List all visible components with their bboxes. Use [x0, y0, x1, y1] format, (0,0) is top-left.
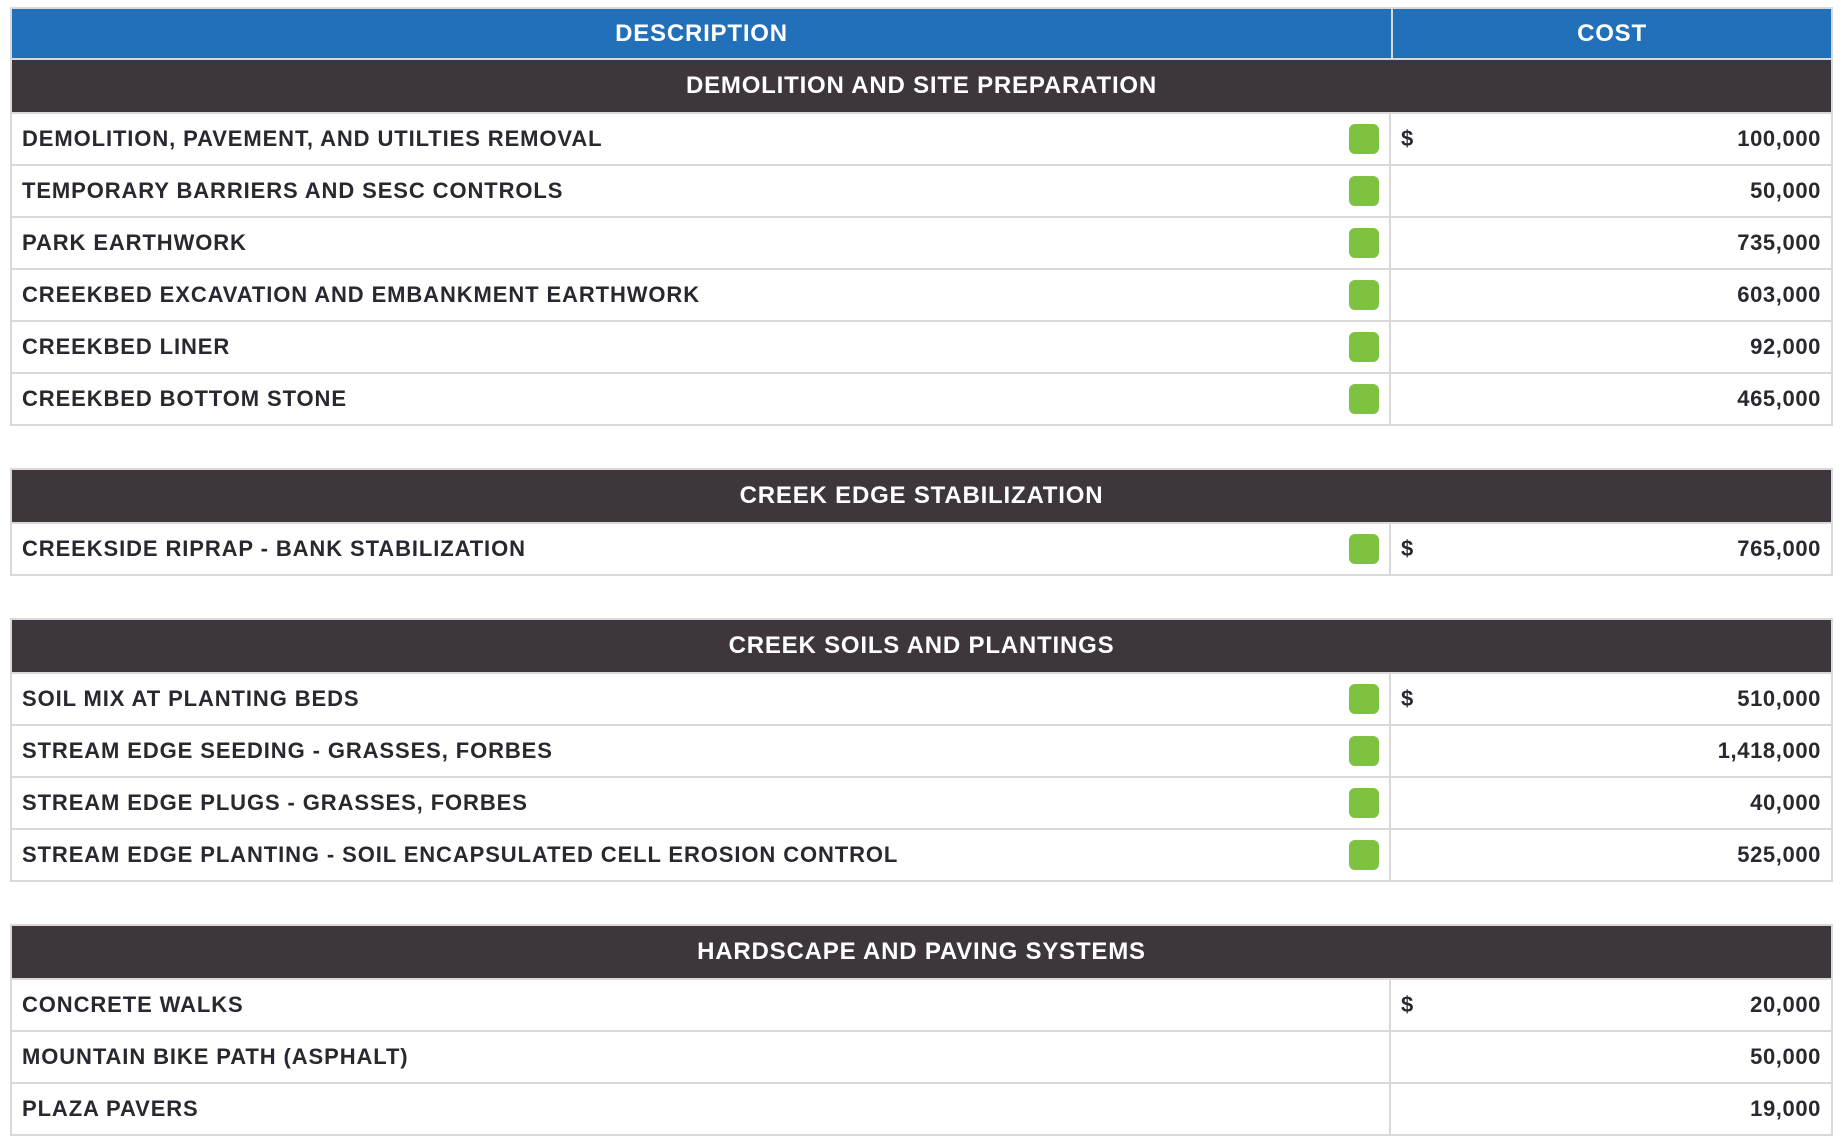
table-row: CREEKBED BOTTOM STONE 465,000	[12, 372, 1831, 424]
row-cost: 92,000	[1391, 322, 1831, 372]
green-status-icon	[1349, 176, 1379, 206]
table-row: CONCRETE WALKS $20,000	[12, 978, 1831, 1030]
row-cost: 1,418,000	[1391, 726, 1831, 776]
green-status-icon	[1349, 384, 1379, 414]
currency-symbol: $	[1401, 536, 1414, 561]
cost-value: 765,000	[1737, 536, 1821, 561]
row-cost: 50,000	[1391, 166, 1831, 216]
row-cost: 735,000	[1391, 218, 1831, 268]
cost-value: 20,000	[1750, 992, 1821, 1017]
row-cost: 19,000	[1391, 1084, 1831, 1134]
table-row: TEMPORARY BARRIERS AND SESC CONTROLS 50,…	[12, 164, 1831, 216]
table-header: DESCRIPTION COST	[10, 7, 1833, 58]
row-description-text: PLAZA PAVERS	[22, 1096, 199, 1121]
cost-value: 92,000	[1750, 334, 1821, 359]
cost-value: 40,000	[1750, 790, 1821, 815]
row-description-text: STREAM EDGE PLUGS - GRASSES, FORBES	[22, 790, 528, 815]
cost-value: 735,000	[1737, 230, 1821, 255]
row-description: STREAM EDGE PLUGS - GRASSES, FORBES	[12, 778, 1391, 828]
section-title: DEMOLITION AND SITE PREPARATION	[12, 60, 1831, 112]
table-row: PARK EARTHWORK 735,000	[12, 216, 1831, 268]
row-description: MOUNTAIN BIKE PATH (ASPHALT)	[12, 1032, 1391, 1082]
row-cost: 465,000	[1391, 374, 1831, 424]
row-description-text: DEMOLITION, PAVEMENT, AND UTILTIES REMOV…	[22, 126, 603, 151]
row-description: CREEKBED BOTTOM STONE	[12, 374, 1391, 424]
green-status-icon	[1349, 124, 1379, 154]
green-status-icon	[1349, 684, 1379, 714]
header-description: DESCRIPTION	[12, 9, 1393, 58]
row-description-text: CREEKBED BOTTOM STONE	[22, 386, 347, 411]
table-row: PLAZA PAVERS 19,000	[12, 1082, 1831, 1134]
row-cost: $765,000	[1391, 524, 1831, 574]
cost-value: 525,000	[1737, 842, 1821, 867]
section-creek-edge: CREEK EDGE STABILIZATION CREEKSIDE RIPRA…	[10, 468, 1833, 576]
section-hardscape: HARDSCAPE AND PAVING SYSTEMS CONCRETE WA…	[10, 924, 1833, 1136]
cost-estimate-page: DESCRIPTION COST DEMOLITION AND SITE PRE…	[10, 7, 1833, 1136]
green-status-icon	[1349, 736, 1379, 766]
row-description-text: TEMPORARY BARRIERS AND SESC CONTROLS	[22, 178, 564, 203]
row-cost: $20,000	[1391, 980, 1831, 1030]
row-description-text: CREEKBED EXCAVATION AND EMBANKMENT EARTH…	[22, 282, 700, 307]
row-description-text: CONCRETE WALKS	[22, 992, 244, 1017]
cost-value: 19,000	[1750, 1096, 1821, 1121]
green-status-icon	[1349, 332, 1379, 362]
green-status-icon	[1349, 840, 1379, 870]
row-description-text: PARK EARTHWORK	[22, 230, 247, 255]
row-description-text: CREEKBED LINER	[22, 334, 231, 359]
table-row: DEMOLITION, PAVEMENT, AND UTILTIES REMOV…	[12, 112, 1831, 164]
table-row: STREAM EDGE SEEDING - GRASSES, FORBES 1,…	[12, 724, 1831, 776]
currency-symbol: $	[1401, 686, 1414, 711]
row-description-text: SOIL MIX AT PLANTING BEDS	[22, 686, 360, 711]
section-creek-soils: CREEK SOILS AND PLANTINGS SOIL MIX AT PL…	[10, 618, 1833, 882]
section-title: CREEK SOILS AND PLANTINGS	[12, 620, 1831, 672]
cost-value: 100,000	[1737, 126, 1821, 151]
table-row: CREEKBED EXCAVATION AND EMBANKMENT EARTH…	[12, 268, 1831, 320]
row-description: STREAM EDGE SEEDING - GRASSES, FORBES	[12, 726, 1391, 776]
row-description-text: MOUNTAIN BIKE PATH (ASPHALT)	[22, 1044, 409, 1069]
row-cost: 603,000	[1391, 270, 1831, 320]
green-status-icon	[1349, 228, 1379, 258]
row-description: CREEKBED EXCAVATION AND EMBANKMENT EARTH…	[12, 270, 1391, 320]
table-row: CREEKSIDE RIPRAP - BANK STABILIZATION $7…	[12, 522, 1831, 574]
row-cost: 525,000	[1391, 830, 1831, 880]
table-row: MOUNTAIN BIKE PATH (ASPHALT) 50,000	[12, 1030, 1831, 1082]
cost-value: 465,000	[1737, 386, 1821, 411]
green-status-icon	[1349, 788, 1379, 818]
cost-value: 1,418,000	[1717, 738, 1821, 763]
cost-value: 510,000	[1737, 686, 1821, 711]
row-cost: 50,000	[1391, 1032, 1831, 1082]
section-title: CREEK EDGE STABILIZATION	[12, 470, 1831, 522]
row-description: CREEKSIDE RIPRAP - BANK STABILIZATION	[12, 524, 1391, 574]
header-cost: COST	[1577, 19, 1647, 47]
cost-value: 50,000	[1750, 178, 1821, 203]
green-status-icon	[1349, 534, 1379, 564]
row-description-text: STREAM EDGE PLANTING - SOIL ENCAPSULATED…	[22, 842, 899, 867]
row-description: STREAM EDGE PLANTING - SOIL ENCAPSULATED…	[12, 830, 1391, 880]
row-description: PLAZA PAVERS	[12, 1084, 1391, 1134]
table-row: STREAM EDGE PLANTING - SOIL ENCAPSULATED…	[12, 828, 1831, 880]
currency-symbol: $	[1401, 992, 1414, 1017]
section-demolition: DEMOLITION AND SITE PREPARATION DEMOLITI…	[10, 58, 1833, 426]
table-row: STREAM EDGE PLUGS - GRASSES, FORBES 40,0…	[12, 776, 1831, 828]
green-status-icon	[1349, 280, 1379, 310]
table-row: SOIL MIX AT PLANTING BEDS $510,000	[12, 672, 1831, 724]
row-description: PARK EARTHWORK	[12, 218, 1391, 268]
row-description-text: CREEKSIDE RIPRAP - BANK STABILIZATION	[22, 536, 526, 561]
row-description: CONCRETE WALKS	[12, 980, 1391, 1030]
section-title: HARDSCAPE AND PAVING SYSTEMS	[12, 926, 1831, 978]
cost-value: 603,000	[1737, 282, 1821, 307]
row-description: CREEKBED LINER	[12, 322, 1391, 372]
row-cost: $510,000	[1391, 674, 1831, 724]
table-row: CREEKBED LINER 92,000	[12, 320, 1831, 372]
row-description: SOIL MIX AT PLANTING BEDS	[12, 674, 1391, 724]
row-cost: 40,000	[1391, 778, 1831, 828]
currency-symbol: $	[1401, 126, 1414, 151]
row-description: DEMOLITION, PAVEMENT, AND UTILTIES REMOV…	[12, 114, 1391, 164]
row-cost: $100,000	[1391, 114, 1831, 164]
cost-value: 50,000	[1750, 1044, 1821, 1069]
row-description-text: STREAM EDGE SEEDING - GRASSES, FORBES	[22, 738, 553, 763]
row-description: TEMPORARY BARRIERS AND SESC CONTROLS	[12, 166, 1391, 216]
